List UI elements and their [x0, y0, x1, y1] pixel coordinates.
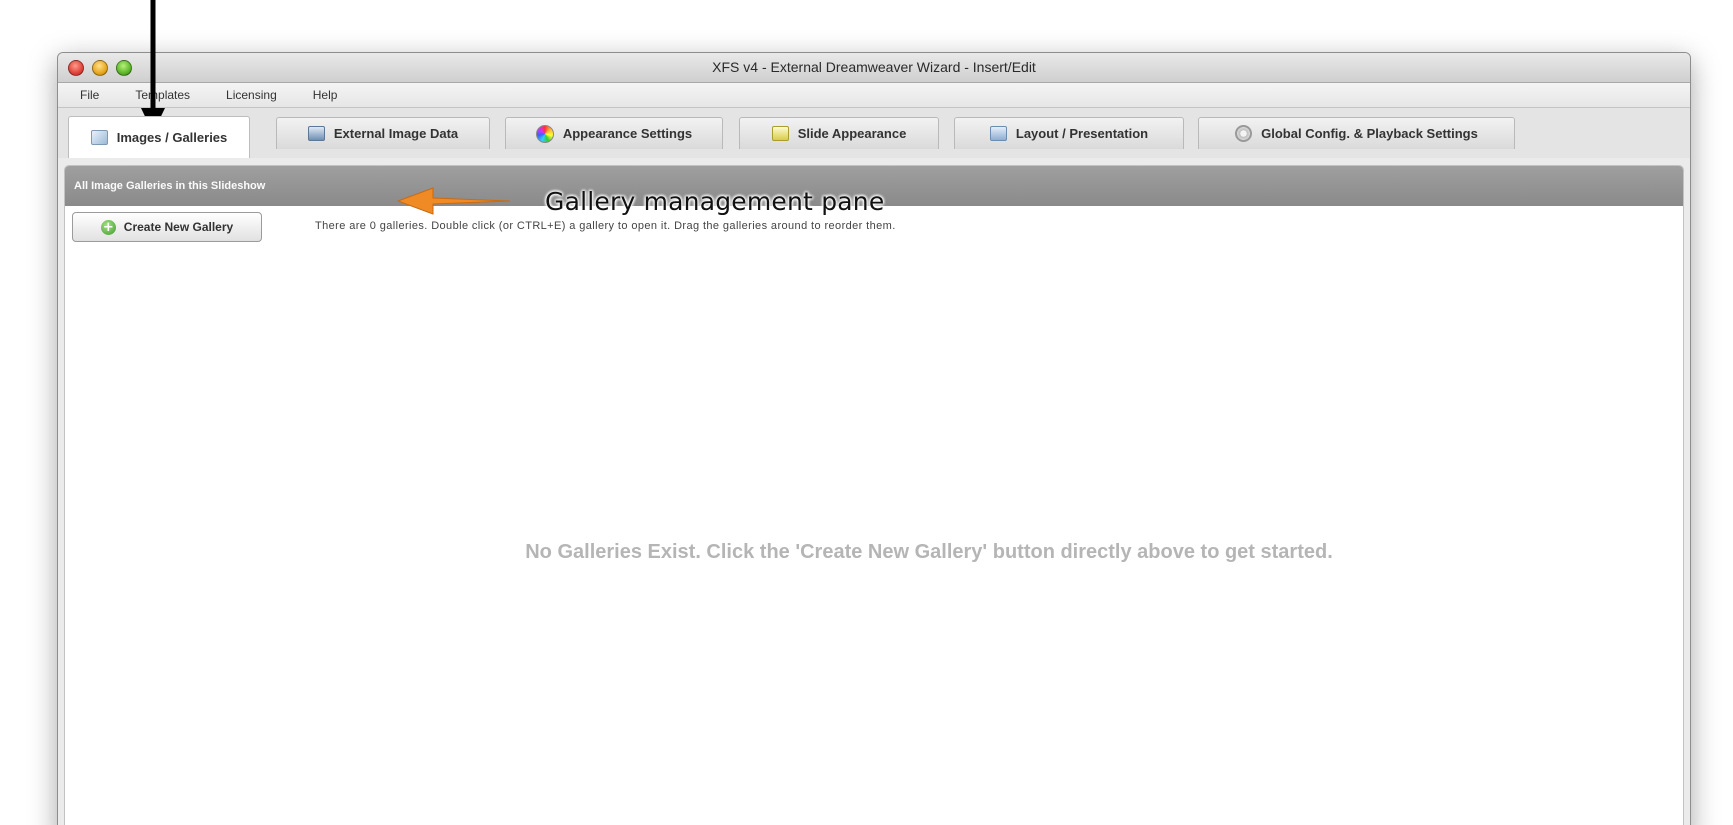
tab-label: Images / Galleries: [116, 130, 228, 145]
images-icon: [90, 130, 108, 145]
menu-file[interactable]: File: [80, 88, 99, 102]
create-button-label: Create New Gallery: [123, 220, 234, 234]
tab-images-galleries[interactable]: Images / Galleries: [68, 116, 250, 158]
create-new-gallery-button[interactable]: + Create New Gallery: [72, 212, 262, 242]
app-window: XFS v4 - External Dreamweaver Wizard - I…: [57, 52, 1691, 825]
gallery-info-text: There are 0 galleries. Double click (or …: [315, 220, 896, 232]
tab-appearance-settings[interactable]: Appearance Settings: [505, 117, 723, 149]
menu-templates[interactable]: Templates: [135, 88, 190, 102]
slide-icon: [771, 126, 789, 141]
tab-label: Appearance Settings: [562, 126, 693, 141]
menu-help[interactable]: Help: [313, 88, 338, 102]
tab-external-image-data[interactable]: External Image Data: [276, 117, 490, 149]
tab-global-config[interactable]: Global Config. & Playback Settings: [1198, 117, 1515, 149]
menu-bar: File Templates Licensing Help: [58, 83, 1690, 108]
tab-label: Global Config. & Playback Settings: [1261, 126, 1478, 141]
empty-state-message: No Galleries Exist. Click the 'Create Ne…: [525, 541, 1333, 563]
add-icon: +: [100, 219, 116, 235]
menu-licensing[interactable]: Licensing: [226, 88, 277, 102]
layout-icon: [989, 126, 1007, 141]
pane-header-title: All Image Galleries in this Slideshow: [74, 180, 266, 192]
annotation-label: Gallery management pane: [545, 187, 885, 216]
window-title: XFS v4 - External Dreamweaver Wizard - I…: [712, 59, 1036, 75]
tab-label: Layout / Presentation: [1015, 126, 1149, 141]
tab-slide-appearance[interactable]: Slide Appearance: [739, 117, 939, 149]
tab-layout-presentation[interactable]: Layout / Presentation: [954, 117, 1184, 149]
external-data-icon: [307, 126, 325, 141]
color-wheel-icon: [535, 124, 554, 143]
tab-bar: Images / Galleries External Image Data A…: [58, 108, 1690, 158]
gear-icon: [1235, 125, 1253, 142]
tab-label: Slide Appearance: [797, 126, 907, 141]
title-bar: XFS v4 - External Dreamweaver Wizard - I…: [58, 53, 1690, 83]
gallery-management-pane: All Image Galleries in this Slideshow + …: [64, 165, 1684, 825]
tab-label: External Image Data: [333, 126, 459, 141]
